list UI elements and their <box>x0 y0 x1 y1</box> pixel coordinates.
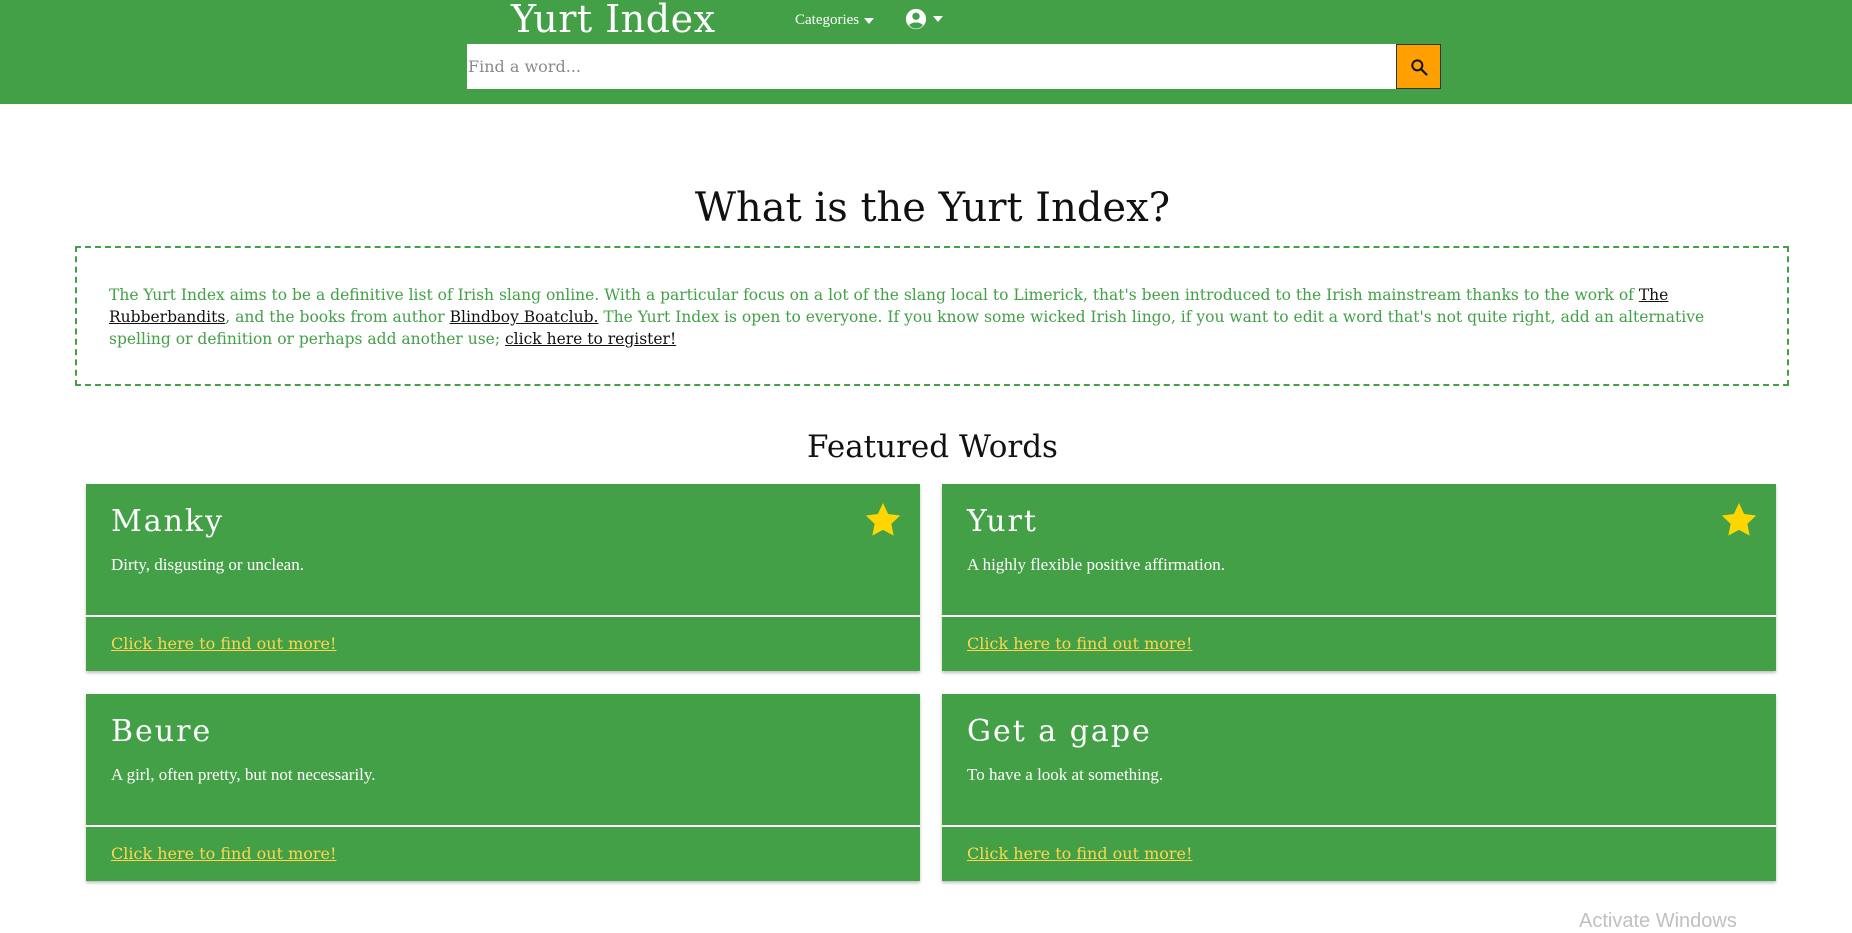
blindboy-link[interactable]: Blindboy Boatclub. <box>450 308 599 326</box>
card-word: Manky <box>111 504 225 539</box>
caret-down-icon <box>933 16 943 22</box>
word-card-get-a-gape: Get a gape To have a look at something. … <box>942 694 1776 881</box>
card-definition: A girl, often pretty, but not necessaril… <box>111 765 376 784</box>
star-icon <box>865 503 901 536</box>
register-link[interactable]: click here to register! <box>505 330 676 348</box>
word-card-yurt: Yurt A highly flexible positive affirmat… <box>942 484 1776 671</box>
card-definition: A highly flexible positive affirmation. <box>967 555 1225 574</box>
intro-text-2: , and the books from author <box>225 308 450 326</box>
intro-description: The Yurt Index aims to be a definitive l… <box>75 246 1789 386</box>
categories-label: Categories <box>795 12 860 28</box>
card-divider <box>942 615 1776 617</box>
search-button[interactable] <box>1396 44 1441 89</box>
search-icon <box>1410 58 1428 76</box>
find-out-more-link[interactable]: Click here to find out more! <box>967 843 1192 865</box>
featured-heading: Featured Words <box>807 429 1058 465</box>
intro-text-1: The Yurt Index aims to be a definitive l… <box>109 286 1639 304</box>
card-divider <box>86 825 920 827</box>
card-divider <box>942 825 1776 827</box>
card-word: Yurt <box>967 504 1038 539</box>
site-logo-link[interactable]: Yurt Index <box>511 0 715 38</box>
search-bar <box>467 44 1441 89</box>
categories-dropdown[interactable]: Categories <box>795 8 875 32</box>
card-definition: Dirty, disgusting or unclean. <box>111 555 304 574</box>
star-icon <box>1721 503 1757 536</box>
find-out-more-link[interactable]: Click here to find out more! <box>111 633 336 655</box>
top-navbar: Yurt Index Categories <box>0 0 1852 104</box>
intro-heading: What is the Yurt Index? <box>694 185 1171 231</box>
card-body: Beure A girl, often pretty, but not nece… <box>86 694 920 825</box>
caret-down-icon <box>864 17 875 24</box>
card-definition: To have a look at something. <box>967 765 1164 784</box>
card-word: Get a gape <box>967 714 1152 749</box>
find-out-more-link[interactable]: Click here to find out more! <box>967 633 1192 655</box>
card-divider <box>86 615 920 617</box>
card-word: Beure <box>111 714 213 749</box>
account-dropdown[interactable] <box>905 6 943 32</box>
find-out-more-link[interactable]: Click here to find out more! <box>111 843 336 865</box>
card-body: Yurt A highly flexible positive affirmat… <box>942 484 1776 615</box>
card-body: Get a gape To have a look at something. <box>942 694 1776 825</box>
os-activation-watermark: Activate Windows <box>1579 910 1737 932</box>
word-card-manky: Manky Dirty, disgusting or unclean. Clic… <box>86 484 920 671</box>
user-circle-icon <box>905 8 927 30</box>
search-input[interactable] <box>467 44 1397 89</box>
card-body: Manky Dirty, disgusting or unclean. <box>86 484 920 615</box>
word-card-beure: Beure A girl, often pretty, but not nece… <box>86 694 920 881</box>
